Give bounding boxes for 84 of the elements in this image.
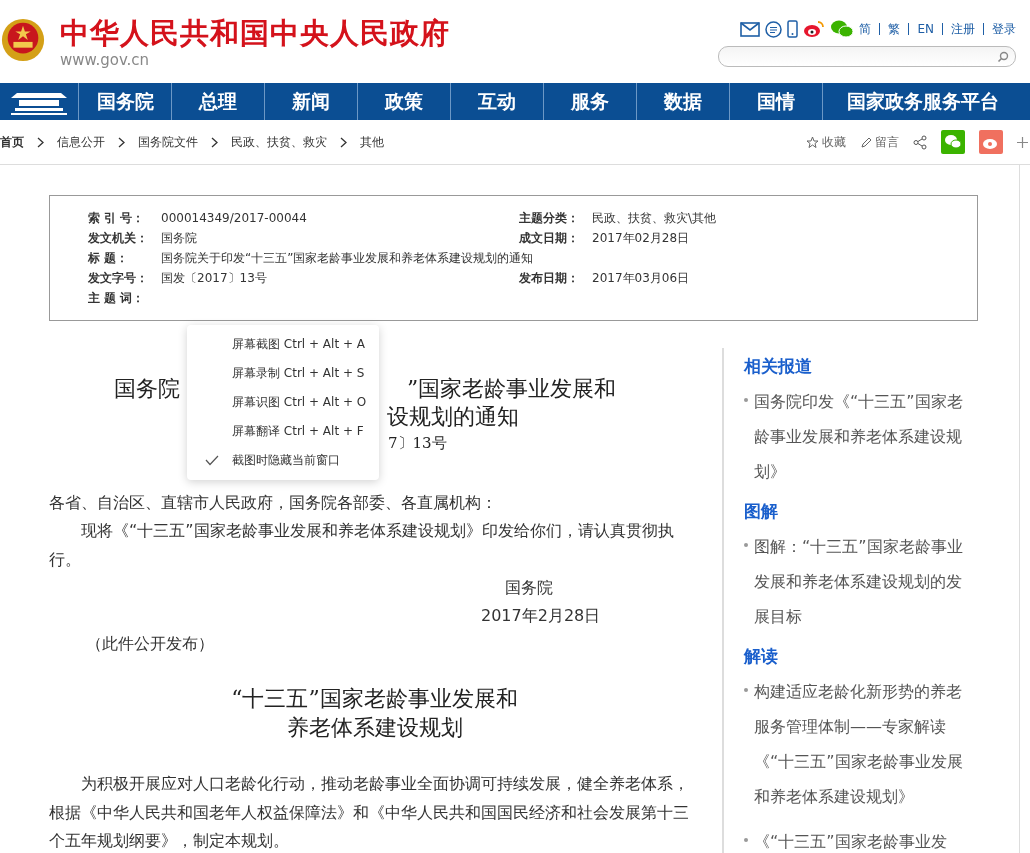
- nav-item[interactable]: 总理: [172, 83, 265, 120]
- nav-item[interactable]: 国家政务服务平台: [823, 83, 1030, 120]
- field-label: 标 题：: [88, 250, 130, 267]
- field-label: 主题分类：: [519, 210, 580, 227]
- field-value: 2017年02月28日: [592, 230, 690, 247]
- chevron-icon: [211, 136, 218, 148]
- header-link[interactable]: 注册: [951, 20, 975, 38]
- nav-item[interactable]: 数据: [637, 83, 730, 120]
- pencil-icon: [860, 135, 872, 149]
- menu-item[interactable]: 屏幕录制 Ctrl + Alt + S: [187, 359, 379, 388]
- menu-item[interactable]: 屏幕翻译 Ctrl + Alt + F: [187, 417, 379, 446]
- nav-item[interactable]: 国务院: [79, 83, 172, 120]
- salutation: 各省、自治区、直辖市人民政府，国务院各部委、各直属机构：: [49, 492, 498, 514]
- nav-item[interactable]: 国情: [730, 83, 823, 120]
- paragraph: 为积极开展应对人口老龄化行动，推动老龄事业全面协调可持续发展，健全养老体系，根据《中华人民共和国老年人权益保障法》和《中华人民共和国国民经济和社会发展第十三个五年规划纲要》，制定本规划。: [49, 773, 690, 852]
- field-label: 主 题 词：: [88, 290, 146, 307]
- share-icon[interactable]: [913, 134, 927, 150]
- chat-icon[interactable]: [765, 20, 783, 38]
- site-url: www.gov.cn: [60, 52, 151, 68]
- header-link[interactable]: EN: [917, 22, 934, 36]
- field-value: 000014349/2017-00044: [161, 210, 307, 227]
- publication-note: （此件公开发布）: [85, 633, 215, 655]
- bullet-icon: [744, 398, 748, 402]
- nav-item[interactable]: 新闻: [265, 83, 358, 120]
- weibo-icon[interactable]: [803, 20, 826, 38]
- signer: 国务院: [505, 578, 553, 597]
- breadcrumb-link[interactable]: 国务院文件: [138, 133, 198, 151]
- chevron-icon: [340, 136, 347, 148]
- comment-link[interactable]: 留言: [860, 133, 899, 151]
- field-label: 发布日期：: [519, 270, 580, 287]
- field-value: 国发〔2017〕13号: [161, 270, 267, 287]
- header-link[interactable]: 繁: [888, 20, 901, 38]
- chevron-icon: [118, 136, 125, 148]
- menu-item[interactable]: 截图时隐藏当前窗口: [187, 446, 379, 475]
- chevron-icon: [37, 136, 44, 148]
- plan-title: “十三五”国家老龄事业发展和: [231, 685, 518, 713]
- related-link[interactable]: 构建适应老龄化新形势的养老服务管理体制——专家解读《“十三五”国家老龄事业发展和养老体系建设规划》: [754, 674, 968, 814]
- bullet-icon: [744, 838, 748, 842]
- field-value: 国务院: [161, 230, 197, 247]
- star-icon: [806, 135, 819, 149]
- nav-item[interactable]: 互动: [451, 83, 544, 120]
- section-heading: 解读: [744, 645, 779, 668]
- field-value: 国务院关于印发“十三五”国家老龄事业发展和养老体系建设规划的通知: [161, 250, 534, 267]
- site-title: 中华人民共和国中央人民政府: [60, 15, 450, 52]
- breadcrumb-link[interactable]: 民政、扶贫、救灾: [231, 133, 327, 151]
- bullet-icon: [744, 688, 748, 692]
- nav-item[interactable]: 服务: [544, 83, 637, 120]
- wechat-share-icon[interactable]: [941, 130, 965, 154]
- breadcrumb-link[interactable]: 信息公开: [57, 133, 105, 151]
- field-value: 2017年03月06日: [592, 270, 690, 287]
- breadcrumb-link[interactable]: 首页: [0, 133, 24, 151]
- weibo-share-icon[interactable]: [979, 130, 1003, 154]
- search-field[interactable]: [718, 46, 1016, 67]
- document-number: 7〕13号: [388, 434, 447, 452]
- header-link[interactable]: 登录: [992, 20, 1016, 38]
- related-link[interactable]: 图解：“十三五”国家老龄事业发展和养老体系建设规划的发展目标: [754, 529, 968, 634]
- field-value: 民政、扶贫、救灾\其他: [592, 210, 717, 227]
- paragraph: 现将《“十三五”国家老龄事业发展和养老体系建设规划》印发给你们，请认真贯彻执行。: [49, 520, 675, 571]
- section-heading: 相关报道: [744, 355, 813, 378]
- field-label: 索 引 号：: [88, 210, 146, 227]
- search-icon[interactable]: [997, 50, 1009, 63]
- breadcrumb-link[interactable]: 其他: [360, 133, 384, 151]
- field-label: 发文机关：: [88, 230, 149, 247]
- phone-icon[interactable]: [787, 20, 799, 38]
- menu-item[interactable]: 屏幕截图 Ctrl + Alt + A: [187, 330, 379, 359]
- related-link[interactable]: 国务院印发《“十三五”国家老龄事业发展和养老体系建设规划》: [754, 384, 968, 489]
- plan-title: 养老体系建设规划: [286, 714, 463, 742]
- emblem-icon: [0, 17, 46, 63]
- bullet-icon: [744, 543, 748, 547]
- document-title: 国务院: [114, 375, 180, 403]
- section-heading: 图解: [744, 500, 779, 523]
- related-link[interactable]: 《“十三五”国家老龄事业发: [754, 824, 968, 853]
- field-label: 成文日期：: [519, 230, 580, 247]
- favorite-link[interactable]: 收藏: [806, 133, 846, 151]
- field-label: 发文字号：: [88, 270, 149, 287]
- document-title: 设规划的通知: [387, 404, 519, 429]
- plus-icon[interactable]: [1017, 136, 1028, 148]
- document-title: ”国家老龄事业发展和: [407, 375, 617, 403]
- menu-item[interactable]: 屏幕识图 Ctrl + Alt + O: [187, 388, 379, 417]
- document-date: 2017年2月28日: [481, 606, 601, 625]
- nav-item[interactable]: 政策: [358, 83, 451, 120]
- wechat-icon[interactable]: [830, 20, 855, 38]
- mail-icon[interactable]: [740, 21, 761, 37]
- header-link[interactable]: 简: [859, 20, 872, 38]
